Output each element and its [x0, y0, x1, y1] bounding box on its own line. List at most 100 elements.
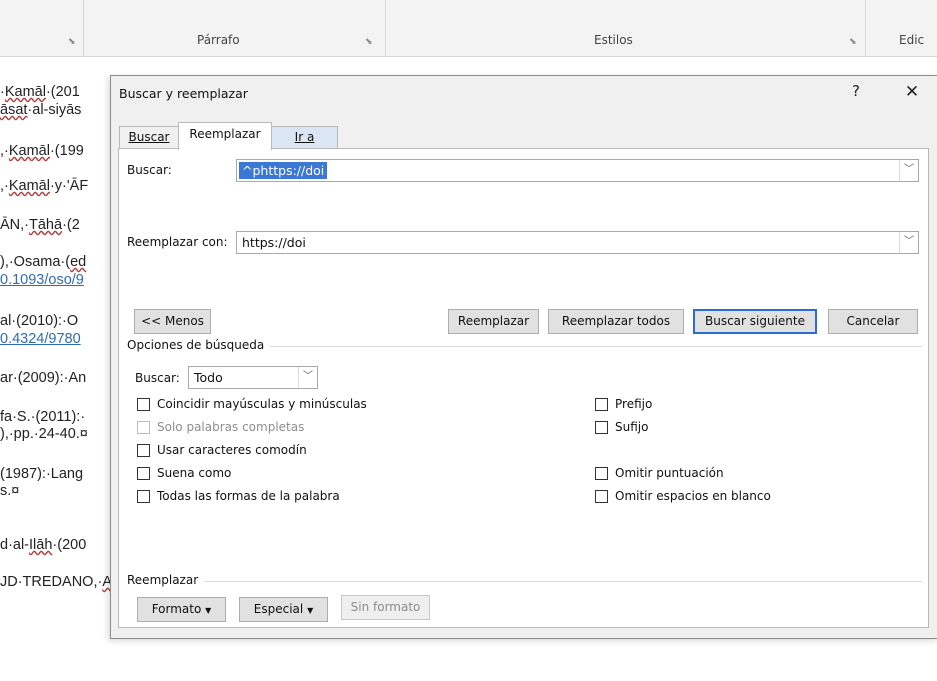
document-line-text: ·al-siyās [27, 102, 82, 118]
ribbon-separator [865, 0, 866, 56]
document-line: ),·pp.·24-40.¤ [0, 426, 88, 442]
special-button-label: Especial [253, 602, 304, 616]
document-line-text: ,· [0, 143, 9, 159]
caret-down-icon: ▼ [307, 606, 314, 615]
document-line-text: ),·Osama·( [0, 254, 71, 270]
chevron-down-icon[interactable]: ﹀ [899, 232, 918, 253]
dialog-launcher-icon[interactable]: ⬊ [68, 36, 76, 47]
search-direction-label: Buscar: [135, 371, 180, 385]
document-line-flagged: Kamāl [4, 84, 46, 100]
document-line: (1987):·Lang [0, 466, 83, 482]
styles-launcher-icon[interactable]: ⬊ [849, 36, 857, 47]
document-line-text: d·al- [0, 537, 30, 553]
ribbon-group-estilos: Estilos [594, 33, 633, 47]
checkbox[interactable] [595, 467, 608, 480]
find-input-value: ^phttps://doi [239, 162, 328, 179]
document-line: āsat·al-siyās [0, 102, 81, 118]
tab-buscar-label: Buscar [128, 130, 170, 144]
document-line-text: (1987):·Lang [0, 466, 84, 482]
checkbox-label: Suena como [157, 466, 232, 480]
chevron-down-icon[interactable]: ﹀ [298, 367, 317, 388]
document-line: 0.4324/9780 [0, 331, 81, 347]
ribbon-group-parrafo: Párrafo [197, 33, 240, 47]
document-line-text: s.¤ [0, 483, 20, 499]
tab-panel: Buscar: ^phttps://doi ﹀ Reemplazar con: … [118, 148, 929, 628]
checkbox-label: Omitir espacios en blanco [615, 489, 771, 503]
ribbon-separator [385, 0, 386, 56]
tab-buscar[interactable]: Buscar [119, 126, 179, 149]
document-line-text: ·(201 [45, 84, 80, 100]
find-next-button[interactable]: Buscar siguiente [693, 309, 817, 334]
document-line-text: ·(200 [52, 537, 87, 553]
document-line: s.¤ [0, 483, 19, 499]
checkbox[interactable] [595, 421, 608, 434]
document-line: 0.1093/oso/9 [0, 272, 84, 288]
ribbon: ⬊ Párrafo ⬊ Estilos ⬊ Edic [0, 0, 937, 57]
special-button[interactable]: Especial ▼ [239, 597, 328, 622]
replace-input-value: https://doi [242, 235, 306, 250]
replace-all-button[interactable]: Reemplazar todos [548, 309, 684, 334]
document-line-text: ·(199 [49, 143, 84, 159]
paragraph-launcher-icon[interactable]: ⬊ [365, 36, 373, 47]
find-input[interactable]: ^phttps://doi ﹀ [236, 159, 919, 182]
checkbox-label: Todas las formas de la palabra [157, 489, 340, 503]
checkbox[interactable] [595, 398, 608, 411]
replace-section-header: Reemplazar [127, 573, 205, 587]
document-line-text: 0.4324/9780 [0, 331, 81, 347]
document-line: ·Kamāl·(201 [0, 84, 80, 100]
document-line-flagged: ed [70, 254, 87, 270]
help-button[interactable]: ? [847, 82, 865, 102]
checkbox[interactable] [137, 444, 150, 457]
document-line-flagged: āsat [0, 102, 28, 118]
checkbox [137, 421, 150, 434]
format-button-label: Formato [151, 602, 202, 616]
less-button[interactable]: << Menos [134, 309, 211, 334]
divider [127, 581, 922, 582]
chevron-down-icon[interactable]: ﹀ [899, 160, 918, 181]
document-line: d·al-Ilāh·(200 [0, 537, 86, 553]
close-icon[interactable]: ✕ [901, 82, 923, 104]
ribbon-group-edicion: Edic [899, 33, 925, 47]
document-line: ),·Osama·(ed [0, 254, 86, 270]
checkbox-label: Usar caracteres comodín [157, 443, 307, 457]
tab-reemplazar-label: Reemplazar [189, 127, 261, 141]
document-line-flagged: Ilāh [29, 537, 53, 553]
document-line-flagged: Kamāl [8, 178, 50, 194]
checkbox[interactable] [137, 467, 150, 480]
checkbox-label: Coincidir mayúsculas y minúsculas [157, 397, 367, 411]
tab-reemplazar[interactable]: Reemplazar [178, 122, 272, 150]
ribbon-separator [83, 0, 84, 56]
tab-ir-a[interactable]: Ir a [271, 126, 338, 149]
document-line-text: fa·S.·(2011):· [0, 409, 86, 425]
no-format-button[interactable]: Sin formato [341, 595, 430, 620]
search-direction-value: Todo [194, 370, 223, 385]
document-line: al·(2010):·O [0, 313, 78, 329]
find-label: Buscar: [127, 163, 172, 177]
replace-button[interactable]: Reemplazar [448, 309, 539, 334]
checkbox-label: Solo palabras completas [157, 420, 305, 434]
dialog-title: Buscar y reemplazar [119, 86, 248, 101]
replace-label: Reemplazar con: [127, 235, 228, 249]
document-line-text: ·(2 [62, 217, 80, 233]
document-line: ar·(2009):·An [0, 370, 86, 386]
format-button[interactable]: Formato ▼ [137, 597, 226, 622]
search-options-header: Opciones de búsqueda [127, 338, 271, 352]
document-line-flagged: Tāhā [29, 217, 63, 233]
document-line: ,·Kamāl·y·'ĀF [0, 178, 88, 194]
document-line-text: JD·TREDANO,· [0, 574, 103, 590]
checkbox[interactable] [137, 398, 150, 411]
search-direction-select[interactable]: Todo ﹀ [188, 366, 318, 389]
checkbox[interactable] [595, 490, 608, 503]
cancel-button[interactable]: Cancelar [828, 309, 918, 334]
checkbox-label: Sufijo [615, 420, 649, 434]
replace-input[interactable]: https://doi ﹀ [236, 231, 919, 254]
tab-ir-a-label: Ir a [294, 130, 315, 144]
document-line-text: ,· [0, 178, 9, 194]
find-replace-dialog: Buscar y reemplazar ? ✕ Buscar Reemplaza… [110, 75, 937, 639]
document-line: fa·S.·(2011):· [0, 409, 85, 425]
document-line-text: ),·pp.·24-40.¤ [0, 426, 88, 442]
checkbox[interactable] [137, 490, 150, 503]
document-line-text: al·(2010):·O [0, 313, 79, 329]
caret-down-icon: ▼ [205, 606, 212, 615]
document-line-flagged: Kamāl [8, 143, 50, 159]
